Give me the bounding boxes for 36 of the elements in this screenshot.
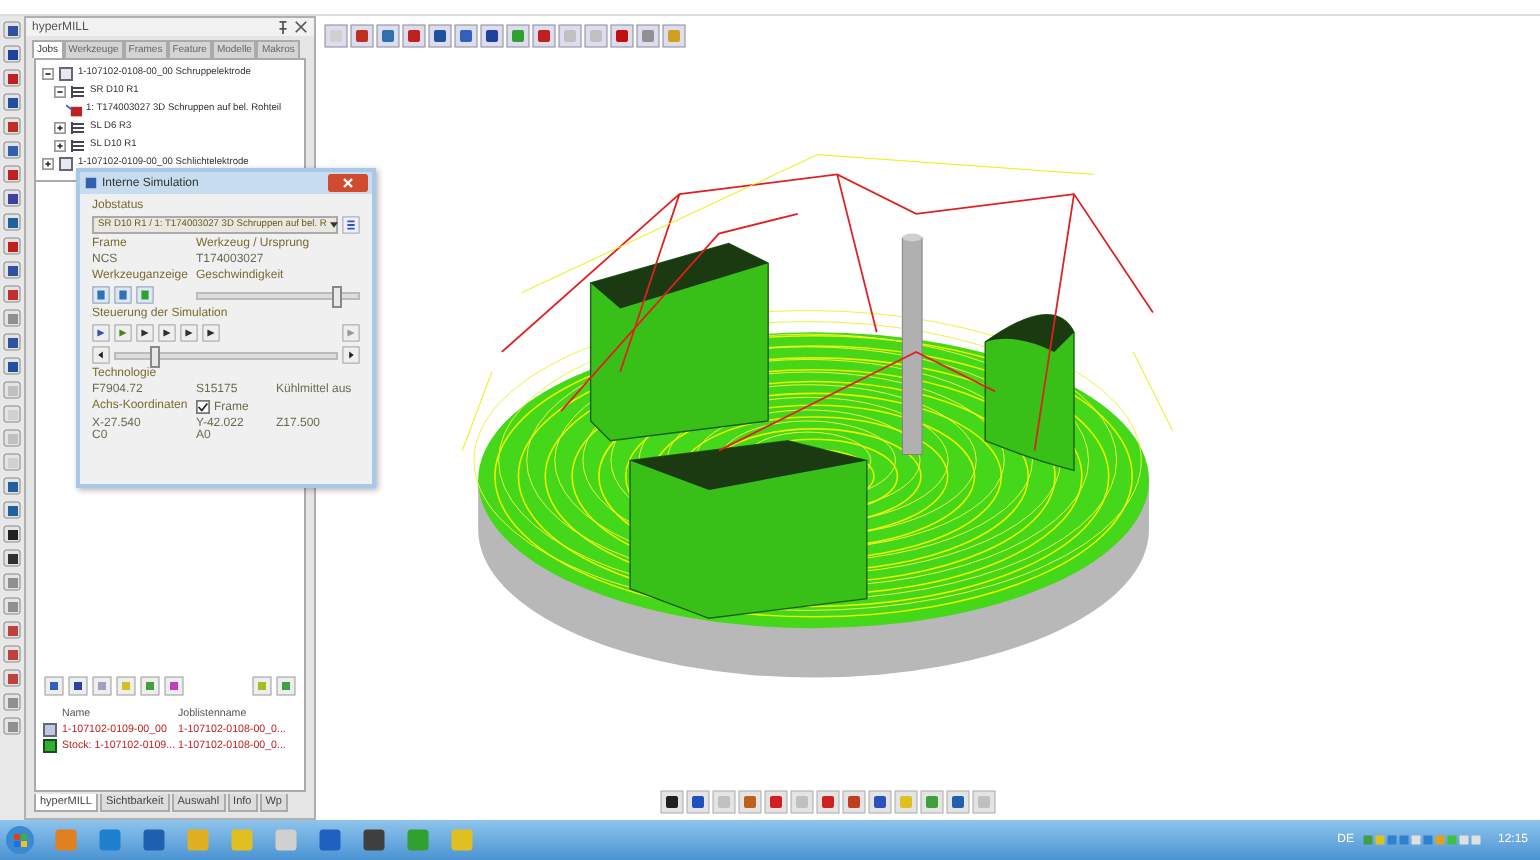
collapse-icon[interactable] [54,85,66,97]
toolbar-icon[interactable] [480,24,504,48]
playback-icon[interactable] [92,324,110,342]
app-icon [84,176,98,190]
taskbar-app-icon[interactable] [140,826,168,854]
checkbox[interactable] [196,400,210,414]
expand-icon[interactable] [42,157,54,169]
cube-icon [42,738,58,754]
timeline-slider[interactable] [114,346,338,364]
toolbar-icon[interactable] [686,790,710,814]
job-icon [66,101,82,117]
arrow-left-icon[interactable] [92,346,110,364]
slider-thumb[interactable] [150,346,161,368]
toolbar-icon[interactable] [428,24,452,48]
playback-icon[interactable] [158,324,176,342]
playback-icon[interactable] [180,324,198,342]
taskbar-app-icon[interactable] [360,826,388,854]
toolbar-icon[interactable] [660,790,684,814]
caret-icon [330,222,339,228]
playback-icon[interactable] [136,324,154,342]
toolbar-icon[interactable] [868,790,892,814]
expand-icon[interactable] [54,139,66,151]
arrow-right-icon[interactable] [342,346,360,364]
expand-icon[interactable] [54,121,66,133]
settings-icon[interactable] [342,216,360,234]
close-icon[interactable] [294,20,308,34]
playback-icon[interactable] [202,324,220,342]
start-button[interactable] [4,824,36,856]
slider-thumb[interactable] [331,286,342,308]
document-icon [58,65,74,81]
model-icon [42,722,58,738]
taskbar-app-icon[interactable] [316,826,344,854]
collapse-icon[interactable] [42,67,54,79]
close-button[interactable] [328,174,368,192]
branch-icon [70,83,86,99]
pin-icon[interactable] [276,20,290,34]
